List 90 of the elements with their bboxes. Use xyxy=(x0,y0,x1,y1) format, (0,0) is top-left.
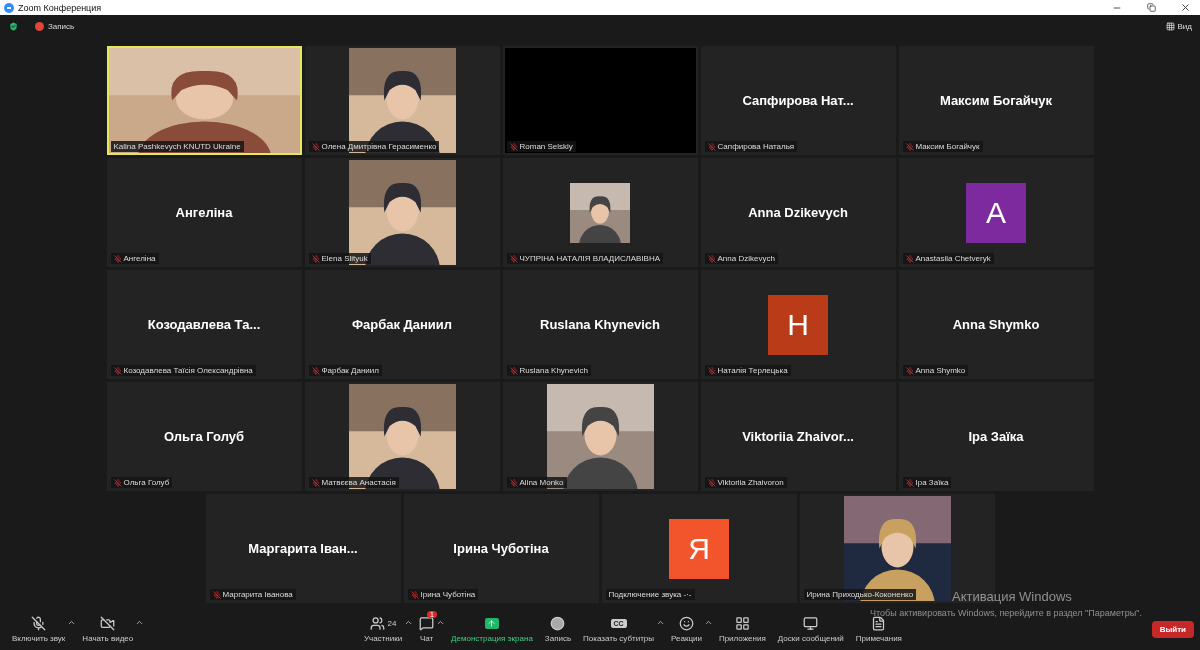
recording-indicator[interactable]: Запись xyxy=(35,21,75,31)
muted-mic-icon xyxy=(905,254,914,263)
name-label-text: Ірина Чуботіна xyxy=(420,590,476,599)
name-label-text: Наталія Терлецька xyxy=(717,366,788,375)
muted-mic-icon xyxy=(509,366,518,375)
participant-count: 24 xyxy=(387,618,397,628)
restore-icon[interactable] xyxy=(1146,3,1156,12)
muted-mic-icon xyxy=(113,478,122,487)
record-icon xyxy=(550,615,566,631)
name-label-text: Anna Dzikevych xyxy=(717,254,775,263)
apps-icon xyxy=(734,615,750,631)
leave-button[interactable]: Выйти xyxy=(1151,620,1194,638)
name-label-text: Ольга Голуб xyxy=(123,478,170,487)
muted-mic-icon xyxy=(410,590,419,599)
participant-name: Anna Dzikevych xyxy=(748,205,848,220)
muted-mic-icon xyxy=(707,142,716,151)
participant-name: Anna Shymko xyxy=(952,317,1040,332)
muted-mic-icon xyxy=(509,142,518,151)
activation-title: Активация Windows xyxy=(952,589,1072,604)
participant-name: Фарбак Даниил xyxy=(351,317,453,332)
participant-name: Сапфирова Нат... xyxy=(742,93,854,108)
smiley-icon xyxy=(678,615,694,631)
share-screen-icon xyxy=(485,617,499,629)
name-label-text: Ruslana Khynevich xyxy=(519,366,588,375)
muted-mic-icon xyxy=(509,478,518,487)
toolbar-button[interactable]: Начать видео xyxy=(76,615,140,643)
name-label-text: ЧУПРІНА НАТАЛІЯ ВЛАДИСЛАВІВНА xyxy=(519,254,661,263)
name-label-text: Іра Заїка xyxy=(915,478,949,487)
muted-mic-icon xyxy=(905,366,914,375)
toolbar-button[interactable]: Демонстрация экрана xyxy=(445,615,539,643)
participant-name: Ірина Чуботіна xyxy=(453,541,549,556)
participant-name: Іра Заїка xyxy=(968,429,1024,444)
participant-name: Максим Богайчук xyxy=(939,93,1053,108)
avatar: A xyxy=(966,182,1026,243)
view-button[interactable]: Вид xyxy=(1165,21,1192,31)
muted-mic-icon xyxy=(311,142,320,151)
muted-mic-icon xyxy=(707,478,716,487)
toolbar-button[interactable]: Доски сообщений xyxy=(771,615,850,643)
participant-name: Ruslana Khynevich xyxy=(540,317,660,332)
toolbar-button[interactable]: 24 Участники xyxy=(357,615,409,643)
name-label-text: Elena Slityuk xyxy=(321,254,368,263)
name-label-text: Roman Selskiy xyxy=(519,142,573,151)
name-label-text: Матвєєва Анастасія xyxy=(321,478,396,487)
name-label-text: Фарбак Даниил xyxy=(321,366,379,375)
muted-mic-icon xyxy=(113,254,122,263)
document-icon xyxy=(871,615,887,631)
participant-name: Viktoriia Zhaivor... xyxy=(742,429,854,444)
name-label-text: Максим Богайчук xyxy=(915,142,980,151)
name-label-text: Ангеліна xyxy=(123,254,156,263)
name-label-text: Маргарита Іванова xyxy=(222,590,293,599)
chat-icon xyxy=(419,615,435,631)
name-label-text: Козодавлева Таїсія Олександрівна xyxy=(123,366,253,375)
muted-mic-icon xyxy=(311,366,320,375)
participant-name: Ангеліна xyxy=(175,205,233,220)
participant-name: Козодавлева Та... xyxy=(147,317,261,332)
name-label-text: Ирина Приходько-Коконенко xyxy=(806,590,914,599)
muted-mic-icon xyxy=(113,366,122,375)
avatar: H xyxy=(768,294,828,355)
muted-mic-icon xyxy=(311,254,320,263)
name-label-text: Anna Shymko xyxy=(915,366,966,375)
name-label-text: Олена Дмитрівна Герасименко xyxy=(321,142,437,151)
name-label-text: Сапфирова Наталья xyxy=(717,142,795,151)
muted-mic-icon xyxy=(31,615,47,631)
toolbar-button[interactable]: Включить звук xyxy=(6,615,72,643)
toolbar-button[interactable]: Запись xyxy=(538,615,578,643)
muted-mic-icon xyxy=(509,254,518,263)
name-label-text: Alina Monko xyxy=(519,478,564,487)
activation-text: Чтобы активировать Windows, перейдите в раздел "Параметры". xyxy=(870,608,1142,618)
muted-mic-icon xyxy=(212,590,221,599)
participants-icon xyxy=(369,615,385,631)
muted-mic-icon xyxy=(707,366,716,375)
video-off-icon xyxy=(100,615,116,631)
muted-mic-icon xyxy=(905,478,914,487)
name-label-text: Viktoriia Zhaivoron xyxy=(717,478,784,487)
name-label-text: Kalina Pashkevych KNUTD Ukraine xyxy=(113,142,241,151)
window-title: Zoom Конференция xyxy=(18,2,103,13)
muted-mic-icon xyxy=(905,142,914,151)
muted-mic-icon xyxy=(311,478,320,487)
shield-icon[interactable] xyxy=(8,20,19,32)
name-label-text: Подключение звука -·- xyxy=(608,590,692,599)
avatar: Я xyxy=(669,518,729,579)
toolbar-button[interactable]: Реакции xyxy=(665,615,708,643)
participant-name: Маргарита Іван... xyxy=(248,541,358,556)
toolbar-button[interactable]: Приложения xyxy=(712,615,772,643)
monitor-icon xyxy=(803,615,819,631)
close-icon[interactable] xyxy=(1179,2,1191,13)
name-label-text: Anastasiia Chetveryk xyxy=(915,254,991,263)
muted-mic-icon xyxy=(707,254,716,263)
participant-name: Ольга Голуб xyxy=(163,429,245,444)
toolbar-button[interactable]: Примечания xyxy=(849,615,908,643)
